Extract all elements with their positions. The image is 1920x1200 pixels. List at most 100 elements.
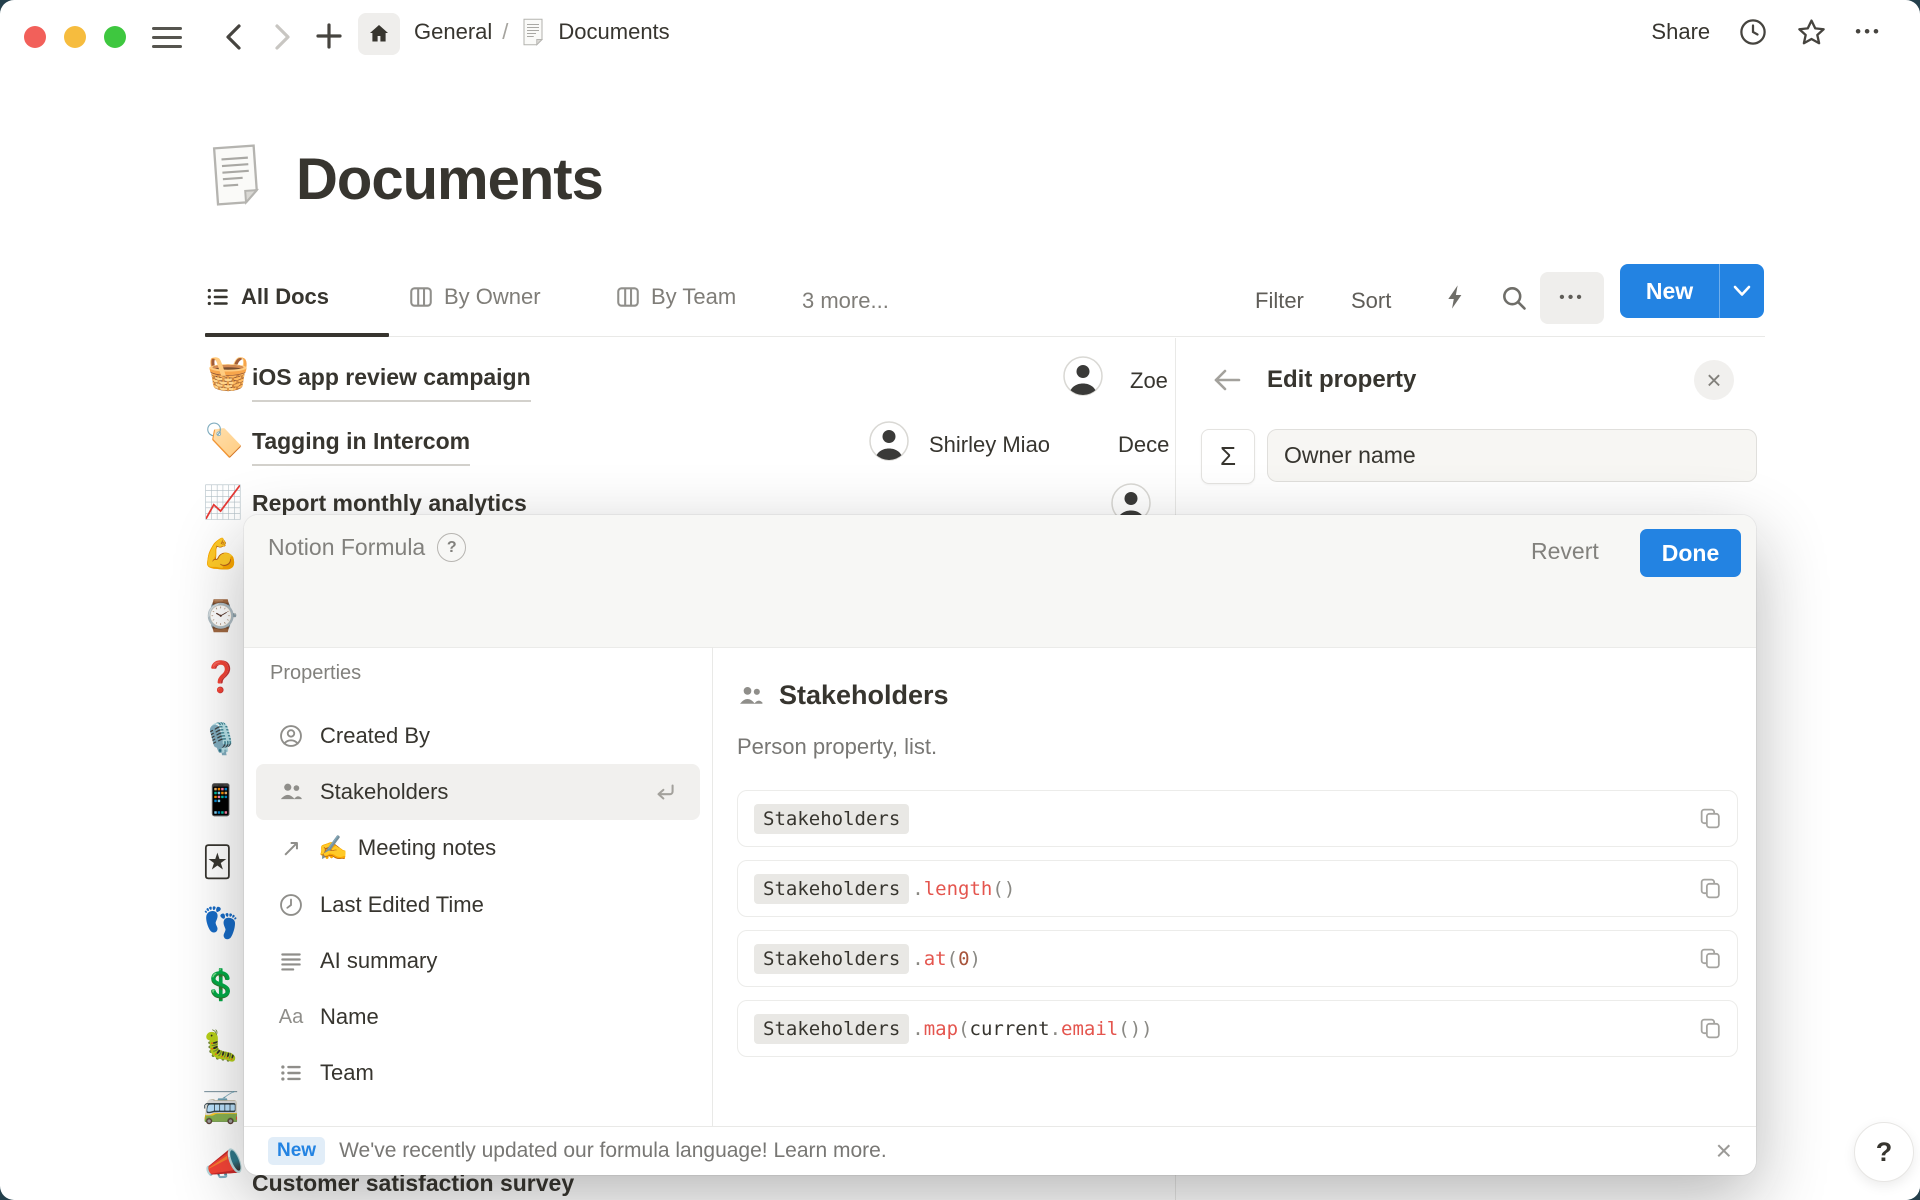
people-icon <box>278 779 304 805</box>
row-icon[interactable]: 📱 <box>202 786 239 816</box>
close-icon: × <box>1706 367 1721 393</box>
help-circle-icon[interactable]: ? <box>437 533 466 562</box>
panel-title: Edit property <box>1267 366 1416 394</box>
row-person: Shirley Miao <box>929 432 1050 458</box>
property-item-last-edited[interactable]: Last Edited Time <box>256 877 700 933</box>
breadcrumb-page[interactable]: Documents <box>558 19 669 45</box>
forward-button[interactable] <box>270 23 294 56</box>
row-icon[interactable]: 💲 <box>202 971 239 1001</box>
property-item-created-by[interactable]: Created By <box>256 708 700 764</box>
copy-icon[interactable] <box>1698 806 1723 831</box>
row-person: Zoe <box>1130 368 1168 394</box>
revert-button[interactable]: Revert <box>1531 538 1599 565</box>
formula-example[interactable]: Stakeholders.at(0) <box>737 930 1738 987</box>
row-title[interactable]: iOS app review campaign <box>252 366 531 402</box>
row-icon[interactable]: ⌚ <box>202 602 239 632</box>
property-label: Created By <box>320 723 430 749</box>
automation-bolt-icon[interactable] <box>1442 283 1470 311</box>
row-icon[interactable]: ❓ <box>202 663 239 693</box>
sort-button[interactable]: Sort <box>1351 288 1391 314</box>
list-view-icon <box>205 284 231 310</box>
breadcrumb-root[interactable]: General <box>414 19 492 45</box>
page-title[interactable]: Documents <box>296 146 603 213</box>
tab-by-team[interactable]: By Team <box>615 284 736 310</box>
notion-window: General / Documents Share ••• Documents … <box>0 0 1920 1200</box>
property-token: Stakeholders <box>754 944 909 974</box>
search-icon[interactable] <box>1500 284 1528 312</box>
arrow-up-right-icon: ↗ <box>278 834 304 863</box>
property-token: Stakeholders <box>754 874 909 904</box>
row-icon[interactable]: 🚎 <box>202 1094 239 1124</box>
home-button[interactable] <box>358 13 400 55</box>
code-token: 0 <box>958 948 969 970</box>
row-icon[interactable]: 📣 <box>204 1148 244 1180</box>
property-type-button[interactable]: Σ <box>1201 429 1255 484</box>
traffic-light-zoom[interactable] <box>104 26 126 48</box>
property-item-team[interactable]: Team <box>256 1045 700 1101</box>
updates-clock-icon[interactable] <box>1738 17 1768 47</box>
code-token: ()) <box>1118 1018 1152 1040</box>
row-icon[interactable]: 🏷️ <box>204 424 244 456</box>
tab-all-docs[interactable]: All Docs <box>205 284 329 310</box>
formula-example[interactable]: Stakeholders.length() <box>737 860 1738 917</box>
return-key-icon <box>652 779 678 805</box>
formula-example[interactable]: Stakeholders.map(current.email()) <box>737 1000 1738 1057</box>
title-aa-icon: Aa <box>278 1006 304 1029</box>
new-button-group: New <box>1620 264 1764 318</box>
view-options-button[interactable]: ••• <box>1540 272 1604 324</box>
row-icon[interactable]: 📈 <box>203 486 243 518</box>
active-tab-underline <box>205 333 389 337</box>
property-label: Last Edited Time <box>320 892 484 918</box>
code-token: email <box>1061 1018 1118 1040</box>
new-dropdown-button[interactable] <box>1720 264 1764 318</box>
tabs-border <box>205 336 1765 337</box>
row-icon[interactable]: 🧺 <box>207 356 249 390</box>
share-button[interactable]: Share <box>1651 19 1710 45</box>
property-label: Name <box>320 1004 379 1030</box>
property-item-ai-summary[interactable]: AI summary <box>256 933 700 989</box>
done-button[interactable]: Done <box>1640 529 1741 577</box>
row-icon[interactable]: 🃏 <box>202 848 233 878</box>
help-button[interactable]: ? <box>1854 1122 1914 1182</box>
formula-example[interactable]: Stakeholders <box>737 790 1738 847</box>
row-icon[interactable]: 👣 <box>202 909 239 939</box>
row-icon[interactable]: 🐛 <box>202 1032 239 1062</box>
new-tab-icon[interactable] <box>314 21 344 56</box>
copy-icon[interactable] <box>1698 876 1723 901</box>
tab-more[interactable]: 3 more... <box>802 288 889 314</box>
traffic-light-close[interactable] <box>24 26 46 48</box>
sidebar-menu-icon[interactable] <box>152 27 182 54</box>
filter-button[interactable]: Filter <box>1255 288 1304 314</box>
row-title[interactable]: Tagging in Intercom <box>252 430 470 466</box>
formula-input-area[interactable]: Notion Formula ? Revert Done <box>244 515 1756 648</box>
close-panel-button[interactable]: × <box>1694 360 1734 400</box>
back-arrow-icon[interactable] <box>1212 367 1242 393</box>
board-view-icon <box>408 284 434 310</box>
code-token: ( <box>947 948 958 970</box>
row-icon[interactable]: 🎙️ <box>202 725 239 755</box>
new-button[interactable]: New <box>1620 264 1719 318</box>
document-page-icon <box>518 17 548 47</box>
traffic-light-minimize[interactable] <box>64 26 86 48</box>
favorite-star-icon[interactable] <box>1796 17 1827 48</box>
text-lines-icon <box>278 948 304 974</box>
more-options-icon[interactable]: ••• <box>1855 22 1882 42</box>
property-item-meeting-notes[interactable]: ↗ ✍️ Meeting notes <box>256 820 700 876</box>
avatar <box>869 421 909 461</box>
property-item-stakeholders[interactable]: Stakeholders <box>256 764 700 820</box>
breadcrumb-separator: / <box>502 19 508 45</box>
tab-by-owner[interactable]: By Owner <box>408 284 541 310</box>
new-button-label: New <box>1646 278 1693 305</box>
row-icon[interactable]: 💪 <box>202 540 239 570</box>
page-icon[interactable] <box>201 140 272 215</box>
topbar: General / Documents Share ••• <box>0 0 1920 64</box>
meeting-notes-emoji: ✍️ <box>318 834 348 863</box>
copy-icon[interactable] <box>1698 946 1723 971</box>
tab-label: By Team <box>651 284 736 310</box>
copy-icon[interactable] <box>1698 1016 1723 1041</box>
property-name-input[interactable] <box>1267 429 1757 482</box>
banner-close-icon[interactable]: × <box>1716 1137 1732 1165</box>
back-button[interactable] <box>222 23 246 56</box>
banner-message[interactable]: We've recently updated our formula langu… <box>339 1139 887 1163</box>
property-item-name[interactable]: Aa Name <box>256 989 700 1045</box>
